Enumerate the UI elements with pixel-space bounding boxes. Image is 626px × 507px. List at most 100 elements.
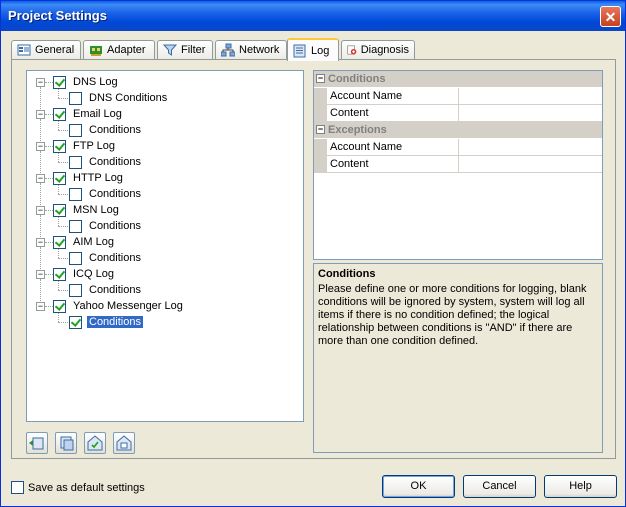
tree-connector [58, 322, 68, 323]
tree-node-conditions[interactable]: Conditions [69, 282, 143, 298]
save-default-label: Save as default settings [28, 481, 145, 494]
collapse-icon[interactable]: − [316, 74, 325, 83]
checkbox[interactable] [69, 315, 82, 329]
description-text: Please define one or more conditions for… [318, 283, 587, 347]
tab-label: Network [239, 44, 280, 56]
tree-node-msn-log[interactable]: MSN Log [53, 202, 121, 218]
property-row[interactable]: Content [314, 156, 602, 173]
tree-expander-icon[interactable]: − [36, 78, 45, 87]
log-tree[interactable]: − DNS Log DNS Conditions − Email Log Conditio… [26, 70, 304, 422]
checkbox[interactable] [69, 187, 82, 201]
tree-connector [58, 258, 68, 259]
save-default-checkbox[interactable]: Save as default settings [11, 481, 145, 494]
window-title: Project Settings [8, 8, 107, 23]
tab-adapter[interactable]: Adapter [83, 40, 155, 59]
checkbox[interactable] [53, 267, 66, 281]
checkbox[interactable] [69, 123, 82, 137]
tree-connector [45, 306, 53, 307]
tab-label: Diagnosis [360, 44, 409, 56]
tab-label: Filter [181, 44, 206, 56]
tree-expander-icon[interactable]: − [36, 302, 45, 311]
tree-node-conditions[interactable]: Conditions [69, 218, 143, 234]
property-name: Content [327, 105, 459, 122]
tree-node-conditions[interactable]: Conditions [69, 122, 143, 138]
tree-node-icq-log[interactable]: ICQ Log [53, 266, 116, 282]
tree-node-conditions[interactable]: Conditions [69, 250, 143, 266]
section-exceptions[interactable]: − Exceptions [314, 122, 602, 138]
cancel-button[interactable]: Cancel [463, 475, 536, 498]
tree-expander-icon[interactable]: − [36, 174, 45, 183]
checkbox[interactable] [69, 283, 82, 297]
tree-expander-icon[interactable]: − [36, 238, 45, 247]
general-icon [17, 44, 31, 56]
row-gutter [314, 139, 327, 156]
tree-expander-icon[interactable]: − [36, 110, 45, 119]
property-value-account-name[interactable] [459, 139, 602, 156]
tree-connector [58, 281, 59, 290]
tree-expander-icon[interactable]: − [36, 270, 45, 279]
property-name: Account Name [327, 88, 459, 105]
tree-node-dns-log[interactable]: DNS Log [53, 74, 120, 90]
tab-log[interactable]: Log [287, 38, 339, 61]
tree-collapse-button[interactable] [55, 432, 77, 454]
description-title: Conditions [318, 268, 376, 280]
property-row[interactable]: Account Name [314, 88, 602, 105]
tree-connector [45, 82, 53, 83]
tree-node-conditions[interactable]: DNS Conditions [69, 90, 169, 106]
tree-node-email-log[interactable]: Email Log [53, 106, 124, 122]
tree-expander-icon[interactable]: − [36, 206, 45, 215]
tree-expand-button[interactable] [26, 432, 48, 454]
property-row[interactable]: Content [314, 105, 602, 122]
tab-diagnosis[interactable]: Diagnosis [341, 40, 415, 59]
section-conditions[interactable]: − Conditions [314, 71, 602, 87]
tree-check-all-button[interactable] [84, 432, 106, 454]
property-row[interactable]: Account Name [314, 139, 602, 156]
tree-connector [45, 274, 53, 275]
tree-node-conditions[interactable]: Conditions [69, 154, 143, 170]
checkbox[interactable] [53, 235, 66, 249]
property-value-content[interactable] [459, 105, 602, 122]
checkbox[interactable] [69, 91, 82, 105]
tree-node-ftp-log[interactable]: FTP Log [53, 138, 117, 154]
tab-network[interactable]: Network [215, 40, 287, 59]
filter-icon [163, 44, 177, 56]
tab-label: Log [311, 44, 330, 57]
tree-connector [58, 121, 59, 130]
tree-node-http-log[interactable]: HTTP Log [53, 170, 125, 186]
tab-general[interactable]: General [11, 40, 81, 59]
close-button[interactable]: ✕ [600, 6, 621, 27]
checkbox[interactable] [69, 155, 82, 169]
checkbox[interactable] [53, 75, 66, 89]
tree-connector [58, 217, 59, 226]
help-button[interactable]: Help [544, 475, 617, 498]
tab-filter[interactable]: Filter [157, 40, 213, 59]
checkbox[interactable] [53, 171, 66, 185]
tree-expander-icon[interactable]: − [36, 142, 45, 151]
tree-node-conditions[interactable]: Conditions [69, 186, 143, 202]
tree-node-aim-log[interactable]: AIM Log [53, 234, 116, 250]
ok-button[interactable]: OK [382, 475, 455, 498]
checkbox[interactable] [53, 299, 66, 313]
checkbox[interactable] [53, 203, 66, 217]
tree-connector [58, 313, 59, 322]
tree-node-label: HTTP Log [73, 172, 123, 184]
tree-node-yahoo-messenger-log[interactable]: Yahoo Messenger Log [53, 298, 185, 314]
tree-node-conditions[interactable]: Conditions [69, 314, 143, 330]
row-gutter [314, 105, 327, 122]
tree-node-label: Conditions [89, 156, 141, 168]
tree-uncheck-all-button[interactable] [113, 432, 135, 454]
checkbox[interactable] [69, 219, 82, 233]
checkbox[interactable] [69, 251, 82, 265]
title-bar[interactable]: Project Settings ✕ [1, 1, 625, 31]
adapter-icon [90, 46, 102, 56]
collapse-icon[interactable]: − [316, 125, 325, 134]
property-value-account-name[interactable] [459, 88, 602, 105]
tab-label: Adapter [107, 44, 146, 56]
checkbox[interactable] [11, 481, 24, 494]
tree-connector [58, 130, 68, 131]
property-value-content[interactable] [459, 156, 602, 173]
checkbox[interactable] [53, 139, 66, 153]
property-grid[interactable]: − Conditions Account Name Content − Exce… [313, 70, 603, 260]
checkbox[interactable] [53, 107, 66, 121]
tree-connector [58, 226, 68, 227]
